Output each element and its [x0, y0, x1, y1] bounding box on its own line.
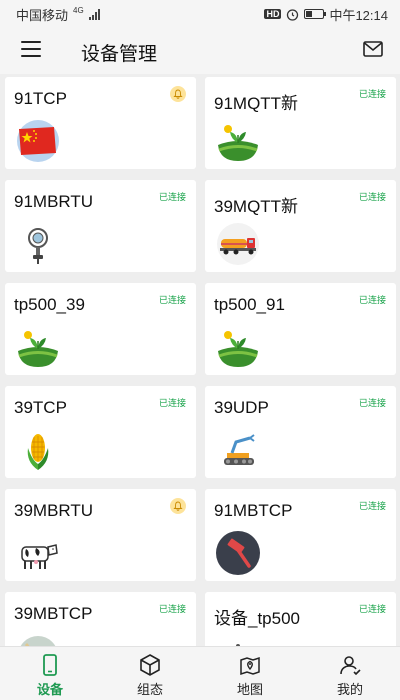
hammer-icon — [216, 531, 260, 575]
device-card[interactable]: 91MBRTU 已连接 — [5, 180, 196, 272]
device-name: 39MBTCP — [14, 604, 93, 623]
device-name: 91MBTCP — [214, 501, 293, 520]
tab-me[interactable]: 我的 — [300, 647, 400, 700]
device-name: 91MBRTU — [14, 192, 94, 211]
battery-icon — [304, 9, 327, 19]
device-card[interactable]: 39MQTT新 已连接 — [205, 180, 396, 272]
status-badge: 已连接 — [158, 192, 186, 202]
status-badge: 已连接 — [158, 604, 186, 614]
sensor-probe-icon — [16, 222, 60, 266]
hd-badge: HD — [264, 9, 282, 19]
page-title: 设备管理 — [81, 44, 158, 65]
antenna-icon — [216, 634, 260, 646]
tab-label: 地图 — [236, 682, 263, 697]
alarm-icon — [287, 8, 299, 21]
robot-arm-icon — [216, 428, 260, 472]
corn-icon — [16, 428, 60, 472]
device-name: tp500_91 — [214, 295, 285, 314]
status-bar-left: 中国移动 4G — [16, 5, 100, 24]
status-badge: 已连接 — [158, 295, 186, 305]
status-badge: 已连接 — [158, 398, 186, 408]
status-badge: 已连接 — [358, 192, 386, 202]
tab-devices[interactable]: 设备 — [0, 647, 100, 700]
map-pin-icon — [240, 656, 260, 676]
network-type: 4G — [73, 5, 84, 15]
status-badge: 已连接 — [358, 604, 386, 614]
clock: 中午12:14 — [329, 7, 388, 23]
device-card[interactable]: 91MQTT新 已连接 — [205, 77, 396, 169]
carrier-label: 中国移动 — [16, 7, 69, 23]
cube-icon — [140, 654, 160, 676]
device-name: 39MQTT新 — [214, 197, 299, 216]
status-badge: 已连接 — [358, 89, 386, 99]
bell-icon[interactable] — [170, 86, 186, 102]
phone-icon — [43, 654, 57, 676]
status-badge: 已连接 — [358, 295, 386, 305]
tanker-truck-icon — [216, 222, 260, 266]
device-name: 设备_tp500 — [214, 609, 300, 628]
signal-icon — [88, 8, 100, 20]
device-name: 39TCP — [14, 398, 67, 417]
tab-label: 设备 — [36, 682, 63, 697]
china-flag-icon — [16, 119, 60, 163]
menu-icon[interactable] — [21, 41, 41, 59]
device-card[interactable]: 39UDP 已连接 — [205, 386, 396, 478]
status-bar-right: HD 中午12:14 — [264, 5, 388, 24]
tab-label: 组态 — [136, 682, 163, 697]
tab-map[interactable]: 地图 — [200, 647, 300, 700]
tab-label: 我的 — [336, 682, 363, 697]
device-card[interactable]: tp500_91 已连接 — [205, 283, 396, 375]
tab-config[interactable]: 组态 — [100, 647, 200, 700]
status-bar: 中国移动 4G HD 中午12:14 — [0, 0, 400, 28]
device-grid: 91TCP 91MQTT新 已连接 91MBRTU 已连接 39MQTT新 已连… — [0, 74, 400, 646]
user-icon — [340, 656, 361, 676]
device-card[interactable]: 91MBTCP 已连接 — [205, 489, 396, 581]
bell-icon[interactable] — [170, 498, 186, 514]
device-name: 91MQTT新 — [214, 94, 299, 113]
device-name: tp500_39 — [14, 295, 85, 314]
device-card[interactable]: 91TCP — [5, 77, 196, 169]
mail-icon[interactable] — [363, 41, 383, 57]
device-card[interactable]: tp500_39 已连接 — [5, 283, 196, 375]
status-badge: 已连接 — [358, 398, 386, 408]
device-name: 39UDP — [214, 398, 269, 417]
plant-field-icon — [216, 325, 260, 369]
device-name: 39MBRTU — [14, 501, 94, 520]
app-header: 设备管理 — [0, 28, 400, 74]
device-card[interactable]: 39TCP 已连接 — [5, 386, 196, 478]
globe-icon — [16, 634, 60, 646]
status-badge: 已连接 — [358, 501, 386, 511]
device-card[interactable]: 设备_tp500 已连接 — [205, 592, 396, 646]
cow-icon — [16, 531, 60, 575]
device-name: 91TCP — [14, 89, 67, 108]
device-card[interactable]: 39MBRTU — [5, 489, 196, 581]
plant-field-icon — [16, 325, 60, 369]
device-card[interactable]: 39MBTCP 已连接 — [5, 592, 196, 646]
plant-field-icon — [216, 119, 260, 163]
bottom-tab-bar: 设备 组态 地图 我的 — [0, 646, 400, 700]
